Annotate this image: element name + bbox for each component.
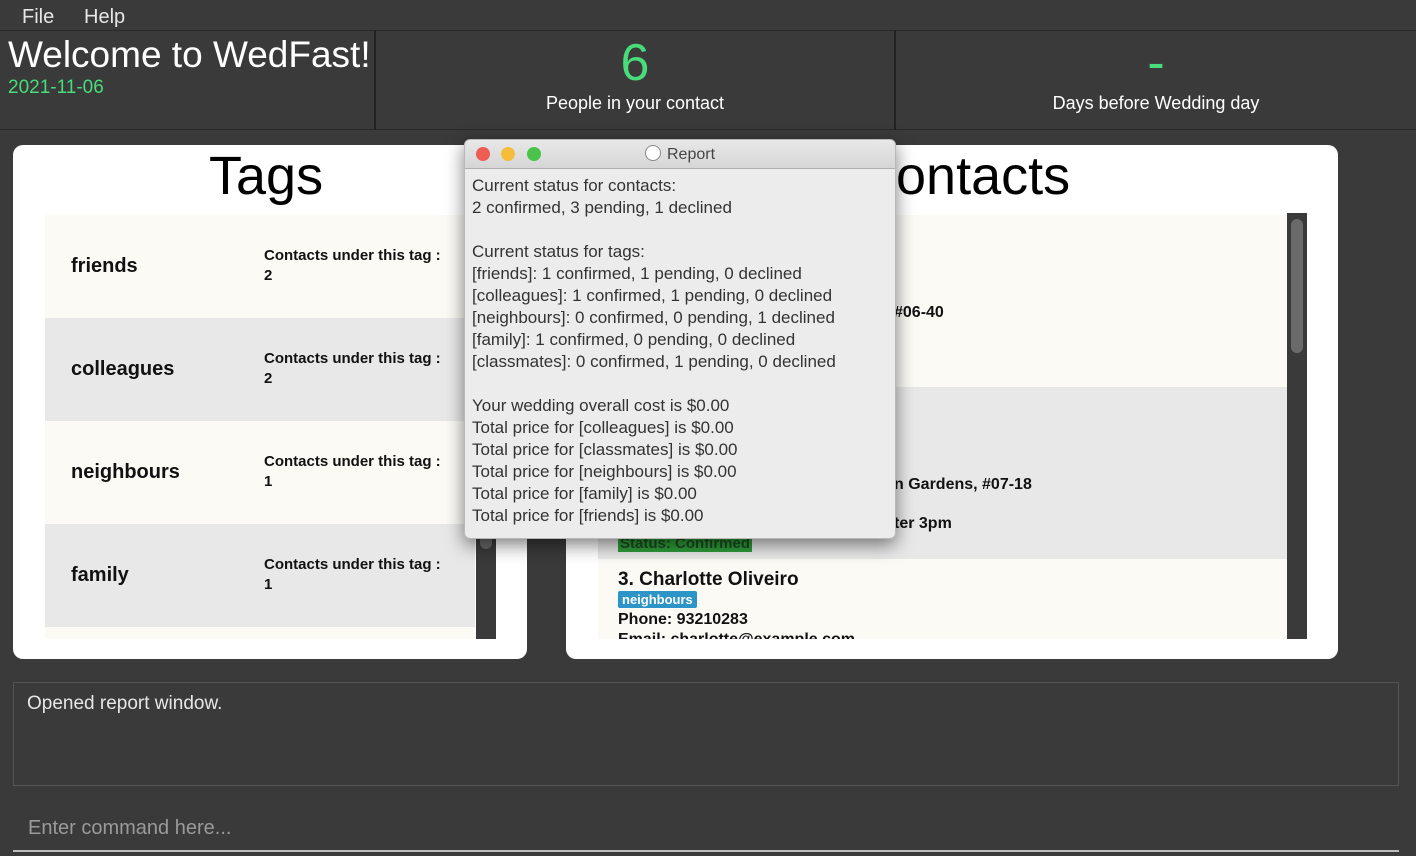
people-count: 6 [620, 34, 650, 92]
contacts-scroll-thumb[interactable] [1291, 219, 1303, 353]
report-app-icon [644, 145, 661, 161]
menu-help[interactable]: Help [84, 6, 125, 29]
report-line: Total price for [friends] is $0.00 [472, 506, 704, 525]
contact-tag-chip: neighbours [618, 591, 697, 608]
contact-note: ter 3pm [894, 515, 952, 532]
tag-row[interactable]: neighbours Contacts under this tag : 1 [45, 421, 475, 524]
report-line: Current status for contacts: [472, 176, 677, 195]
people-stat-panel: 6 People in your contact [376, 30, 894, 130]
report-titlebar[interactable]: Report [465, 140, 895, 169]
report-title-wrap: Report [465, 145, 895, 164]
tag-count-label: Contacts under this tag : [264, 556, 441, 573]
contact-phone: Phone: 93210283 [618, 611, 748, 628]
tag-row[interactable]: colleagues Contacts under this tag : 2 [45, 318, 475, 421]
menu-file[interactable]: File [22, 6, 54, 29]
result-message: Opened report window. [27, 693, 223, 714]
tag-name: colleagues [71, 358, 175, 380]
contact-email: Email: charlotte@example.com [618, 631, 855, 639]
current-date: 2021-11-06 [8, 77, 104, 98]
tag-count: 1 [264, 576, 273, 593]
report-line: [neighbours]: 0 confirmed, 0 pending, 1 … [472, 308, 835, 327]
days-label: Days before Wedding day [1052, 93, 1260, 113]
report-line: [colleagues]: 1 confirmed, 1 pending, 0 … [472, 286, 833, 305]
report-line: Your wedding overall cost is $0.00 [472, 396, 730, 415]
result-display: Opened report window. [13, 682, 1399, 786]
tags-card: Tags friends Contacts under this tag : 2… [13, 145, 527, 659]
tags-title: Tags [209, 146, 324, 206]
contact-name: 3. Charlotte Oliveiro [618, 569, 799, 590]
report-line: Total price for [colleagues] is $0.00 [472, 418, 734, 437]
tag-count: 2 [264, 370, 273, 387]
tag-name: neighbours [71, 461, 180, 483]
tag-count-label: Contacts under this tag : [264, 453, 441, 470]
command-box [13, 806, 1399, 852]
contact-address: #06-40 [894, 304, 944, 321]
tag-count-label: Contacts under this tag : [264, 350, 441, 367]
tag-count: 1 [264, 473, 273, 490]
report-line: 2 confirmed, 3 pending, 1 declined [472, 198, 732, 217]
report-line: [friends]: 1 confirmed, 1 pending, 0 dec… [472, 264, 802, 283]
report-line: Total price for [classmates] is $0.00 [472, 440, 738, 459]
contact-card[interactable]: 3. Charlotte Oliveiro neighbours Phone: … [598, 559, 1287, 639]
tag-count-label: Contacts under this tag : [264, 247, 441, 264]
contacts-title: ontacts [896, 146, 1071, 206]
tag-name: friends [71, 255, 138, 277]
days-stat-panel: - Days before Wedding day [896, 30, 1416, 130]
report-window: Report Current status for contacts: 2 con… [464, 139, 896, 539]
people-label: People in your contact [545, 93, 725, 113]
report-line: [classmates]: 0 confirmed, 1 pending, 0 … [472, 352, 836, 371]
report-line: Total price for [family] is $0.00 [472, 484, 697, 503]
tag-row[interactable]: family Contacts under this tag : 1 [45, 524, 475, 627]
tag-row[interactable]: friends Contacts under this tag : 2 [45, 215, 475, 318]
tag-name: family [71, 564, 129, 586]
tag-row[interactable] [45, 627, 475, 639]
command-input[interactable] [13, 806, 1399, 850]
report-title: Report [666, 146, 716, 163]
tag-count: 2 [264, 267, 273, 284]
report-line: Total price for [neighbours] is $0.00 [472, 462, 737, 481]
contacts-scrollbar[interactable] [1287, 213, 1307, 639]
contact-address: n Gardens, #07-18 [894, 476, 1032, 493]
menu-bar: File Help [0, 0, 1416, 30]
welcome-title: Welcome to WedFast! [8, 34, 371, 75]
report-line: [family]: 1 confirmed, 0 pending, 0 decl… [472, 330, 796, 349]
days-count: - [1147, 34, 1165, 92]
report-line: Current status for tags: [472, 242, 645, 261]
